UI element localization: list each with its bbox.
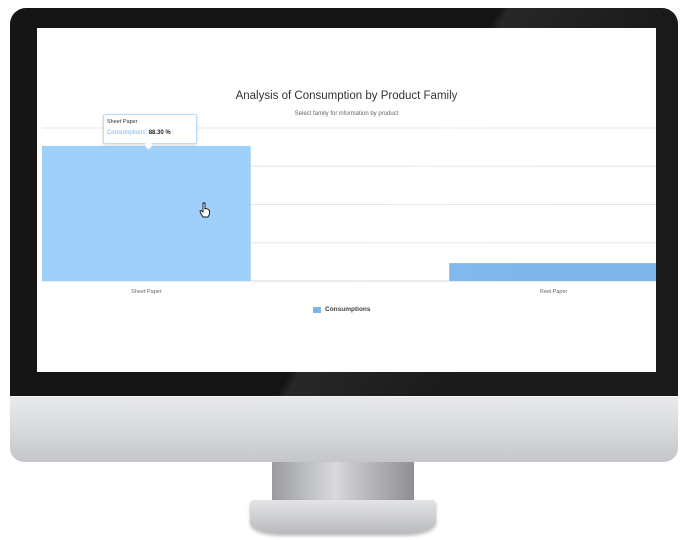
bar-sheet-paper[interactable]: [42, 145, 251, 281]
bar-reel-paper[interactable]: [449, 263, 656, 281]
tooltip-series-label: Consumptions:: [107, 130, 148, 136]
chart-tooltip: Sheet Paper Consumptions: 88.30 %: [103, 114, 197, 151]
monitor-stand-base: [250, 500, 436, 534]
chart-plot: Sheet Paper Reel Paper: [42, 127, 656, 295]
legend-label: Consumptions: [325, 306, 371, 313]
monitor-stand-neck: [272, 462, 414, 502]
chart-title: Analysis of Consumption by Product Famil…: [235, 90, 458, 102]
tooltip-row: Consumptions: 88.30 %: [107, 130, 171, 136]
x-tick-label: Reel Paper: [540, 289, 568, 295]
hand-pointer-icon: [199, 202, 210, 218]
tooltip-value: 88.30 %: [148, 130, 171, 136]
legend-swatch: [313, 306, 321, 313]
app-screen: Sheet Paper Reel Paper Analysis of Consum…: [37, 28, 656, 372]
tooltip-header: Sheet Paper: [107, 119, 138, 125]
x-tick-label: Sheet Paper: [131, 289, 162, 295]
monitor-chin: [10, 396, 678, 462]
legend-item-consumptions[interactable]: Consumptions: [313, 306, 371, 313]
